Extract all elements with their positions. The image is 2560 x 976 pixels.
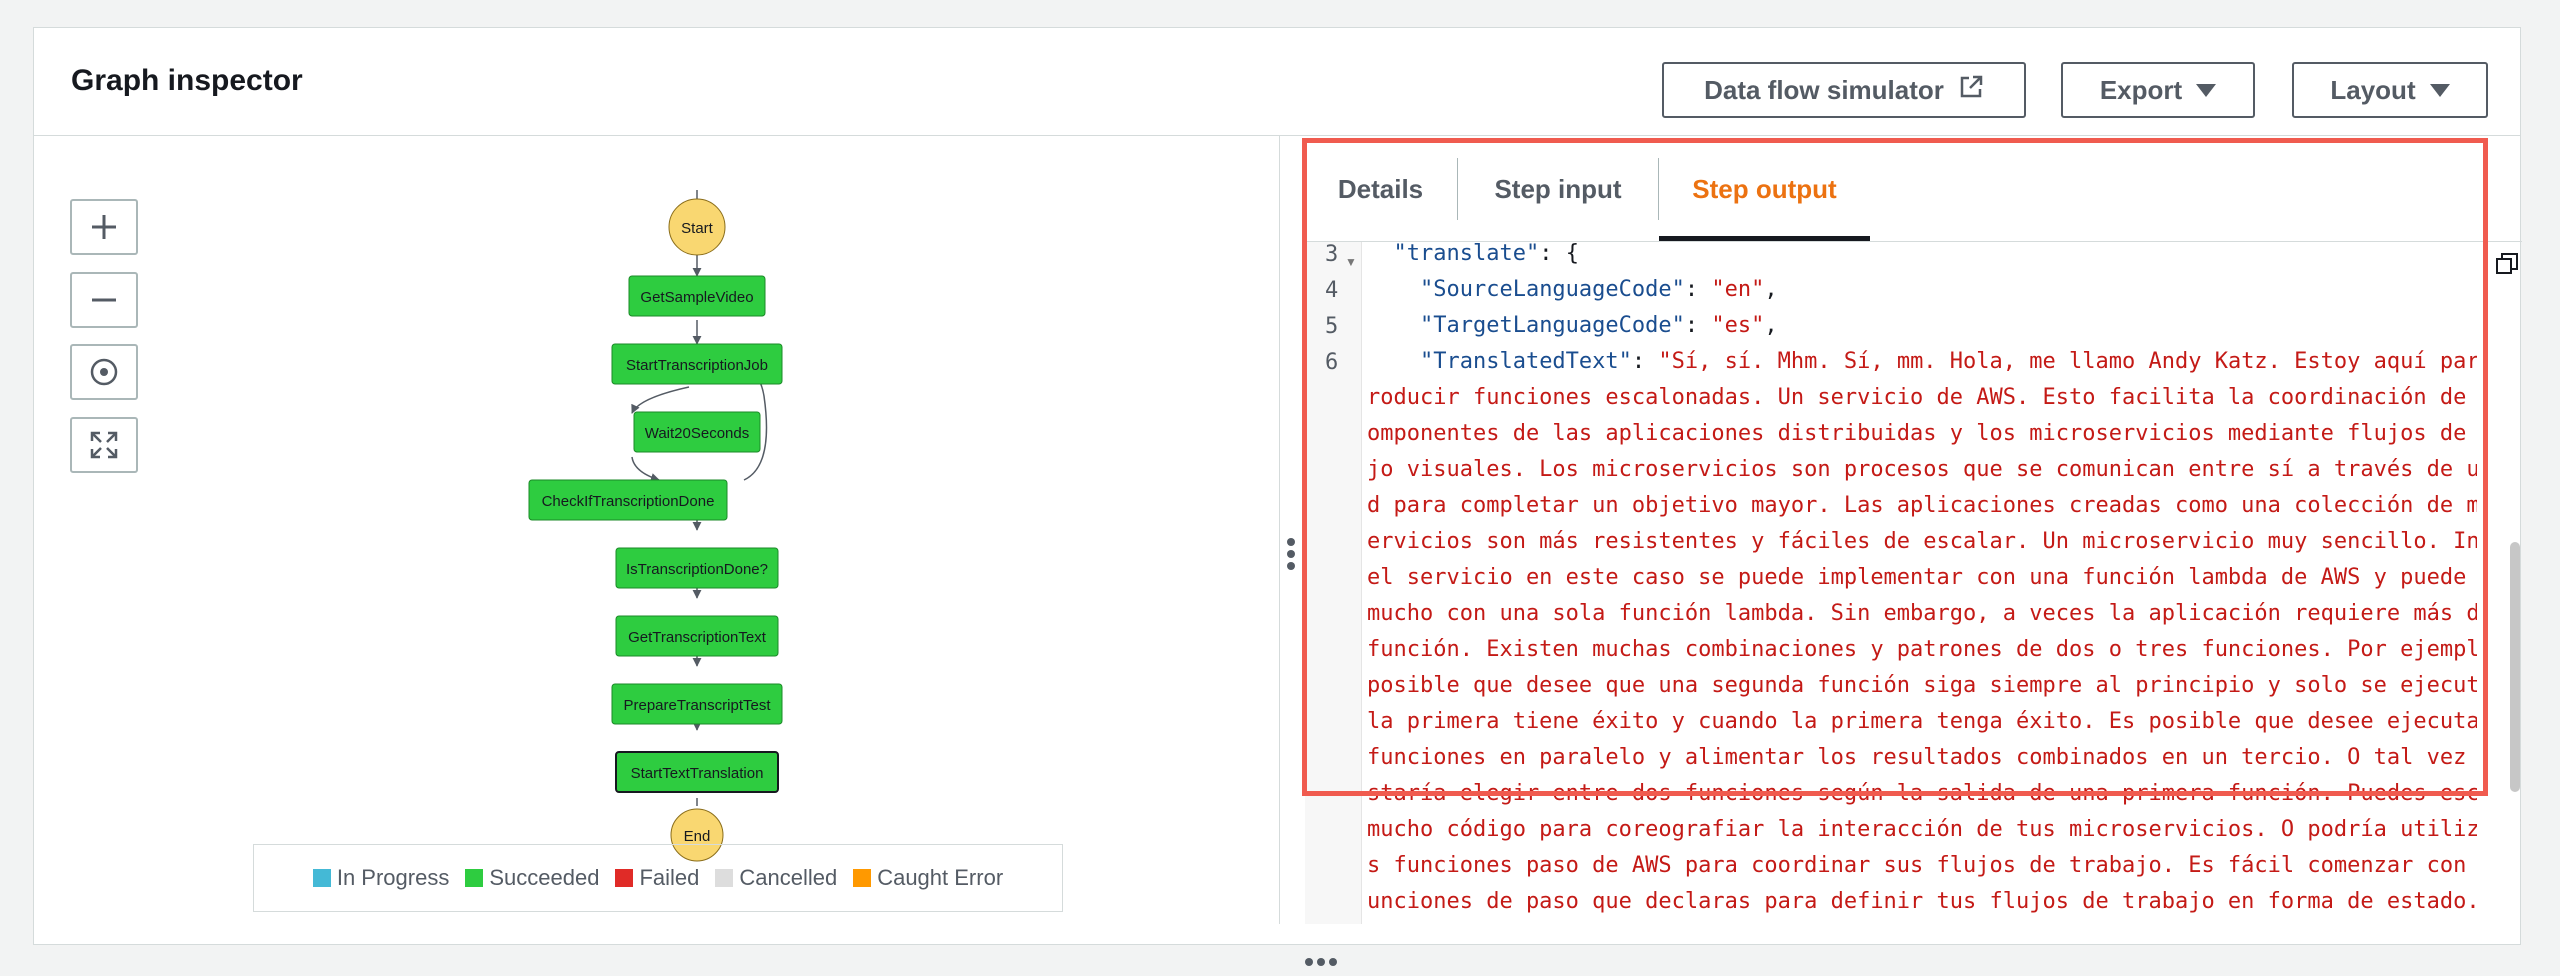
export-button[interactable]: Export: [2061, 62, 2255, 118]
state-machine-graph: Start GetSampleVideo StartTranscriptionJ…: [528, 190, 783, 793]
code-line-wrapped: roducir funciones escalonadas. Un servic…: [1367, 385, 2477, 410]
line-number: 6: [1325, 350, 1339, 375]
legend-label: Caught Error: [877, 865, 1004, 890]
step-node[interactable]: PrepareTranscriptTest: [611, 683, 783, 725]
status-legend: In Progress Succeeded Failed Cancelled C…: [253, 844, 1063, 912]
code-line-wrapped: omponentes de las aplicaciones distribui…: [1367, 421, 2477, 446]
line-number-gutter: 3 ▼ 4 5 6: [1305, 242, 1362, 924]
legend-item: In Progress: [312, 865, 450, 891]
legend-label: In Progress: [336, 865, 450, 890]
layout-label: Layout: [2330, 74, 2416, 105]
graph-inspector-panel: Graph inspector Data flow simulator Expo…: [33, 27, 2522, 966]
caret-down-icon: [2196, 83, 2217, 97]
code-line-wrapped: s funciones paso de AWS para coordinar s…: [1367, 853, 2477, 878]
step-node-selected[interactable]: StartTextTranslation: [615, 751, 779, 793]
step-label: GetSampleVideo: [640, 289, 753, 306]
code-line-wrapped: posible que desee que una segunda funció…: [1367, 673, 2477, 698]
swatch: [312, 869, 331, 887]
code-line-wrapped: staría elegir entre dos funciones según …: [1367, 781, 2477, 806]
step-node[interactable]: StartTranscriptionJob: [611, 343, 783, 385]
code-line: "TranslatedText": "Sí, sí. Mhm. Sí, mm. …: [1419, 349, 2477, 374]
code-line: "translate": {: [1393, 242, 1579, 266]
caret-down-icon: [2429, 83, 2450, 97]
panel-header: Graph inspector Data flow simulator Expo…: [34, 28, 2520, 136]
swatch: [615, 869, 634, 887]
code-line-wrapped: jo visuales. Los microservicios son proc…: [1367, 457, 2477, 482]
swatch: [853, 869, 872, 887]
step-node[interactable]: GetSampleVideo: [628, 275, 766, 317]
legend-label: Cancelled: [739, 865, 838, 890]
line-number: 4: [1325, 278, 1339, 303]
panel-divider: [1279, 136, 1280, 924]
step-label: StartTranscriptionJob: [626, 357, 768, 374]
step-label: PrepareTranscriptTest: [624, 697, 772, 714]
graph-canvas[interactable]: Start GetSampleVideo StartTranscriptionJ…: [34, 136, 1279, 924]
code-line: "TargetLanguageCode": "es",: [1419, 313, 1778, 338]
step-node[interactable]: CheckIfTranscriptionDone: [528, 479, 728, 521]
line-number: 5: [1325, 314, 1339, 339]
step-node[interactable]: Wait20Seconds: [633, 411, 761, 453]
active-tab-indicator: [1659, 236, 1870, 241]
details-pane: Details Step input Step output 3 ▼ 4 5 6…: [1305, 136, 2522, 924]
tab-step-input[interactable]: Step input: [1458, 136, 1658, 242]
step-node[interactable]: GetTranscriptionText: [615, 615, 779, 657]
fold-arrow-icon[interactable]: ▼: [1345, 255, 1357, 269]
legend-item: Succeeded: [465, 865, 599, 891]
step-label: Wait20Seconds: [645, 425, 750, 442]
legend-label: Succeeded: [489, 865, 600, 890]
data-flow-simulator-button[interactable]: Data flow simulator: [1662, 62, 2026, 118]
page-title: Graph inspector: [71, 64, 303, 97]
copy-icon[interactable]: [2495, 252, 2519, 281]
tab-step-output[interactable]: Step output: [1659, 136, 1870, 242]
code-line-wrapped: la primera tiene éxito y cuando la prime…: [1367, 709, 2477, 734]
code-line-wrapped: mucho con una sola función lambda. Sin e…: [1367, 601, 2477, 626]
start-label: Start: [681, 220, 714, 237]
export-label: Export: [2099, 74, 2183, 105]
code-line-wrapped: d para completar un objetivo mayor. Las …: [1367, 493, 2477, 518]
end-label: End: [684, 828, 711, 845]
resize-handle-vertical[interactable]: [1287, 538, 1297, 578]
code-line-wrapped: unciones de paso que declaras para defin…: [1367, 889, 2477, 914]
swatch: [465, 869, 484, 887]
legend-label: Failed: [639, 865, 700, 890]
code-line-wrapped: funciones en paralelo y alimentar los re…: [1367, 745, 2477, 770]
code-line-wrapped: mucho código para coreografiar la intera…: [1367, 817, 2477, 842]
step-label: GetTranscriptionText: [628, 629, 767, 646]
code-line-wrapped: ervicios son más resistentes y fáciles d…: [1367, 529, 2477, 554]
legend-item: Caught Error: [853, 865, 1003, 891]
data-flow-simulator-label: Data flow simulator: [1704, 74, 1944, 105]
scrollbar[interactable]: [2510, 542, 2520, 792]
code-editor[interactable]: 3 ▼ 4 5 6 "translate": { "SourceLanguage…: [1305, 242, 2522, 924]
step-node[interactable]: IsTranscriptionDone?: [615, 547, 779, 589]
details-tabs: Details Step input Step output: [1305, 136, 2522, 242]
external-link-icon: [1958, 74, 1984, 107]
swatch: [715, 869, 734, 887]
code-line: "SourceLanguageCode": "en",: [1419, 277, 1778, 302]
step-label: CheckIfTranscriptionDone: [542, 493, 715, 510]
tab-details[interactable]: Details: [1305, 136, 1456, 242]
step-label: IsTranscriptionDone?: [626, 561, 768, 578]
legend-item: Cancelled: [715, 865, 837, 891]
start-node[interactable]: Start: [668, 198, 726, 256]
layout-button[interactable]: Layout: [2292, 62, 2488, 118]
resize-handle-horizontal[interactable]: [1305, 958, 1337, 966]
line-number: 3: [1325, 242, 1339, 267]
step-label: StartTextTranslation: [631, 765, 764, 782]
code-line-wrapped: el servicio en este caso se puede implem…: [1367, 565, 2477, 590]
legend-item: Failed: [615, 865, 699, 891]
code-line-wrapped: función. Existen muchas combinaciones y …: [1367, 637, 2477, 662]
